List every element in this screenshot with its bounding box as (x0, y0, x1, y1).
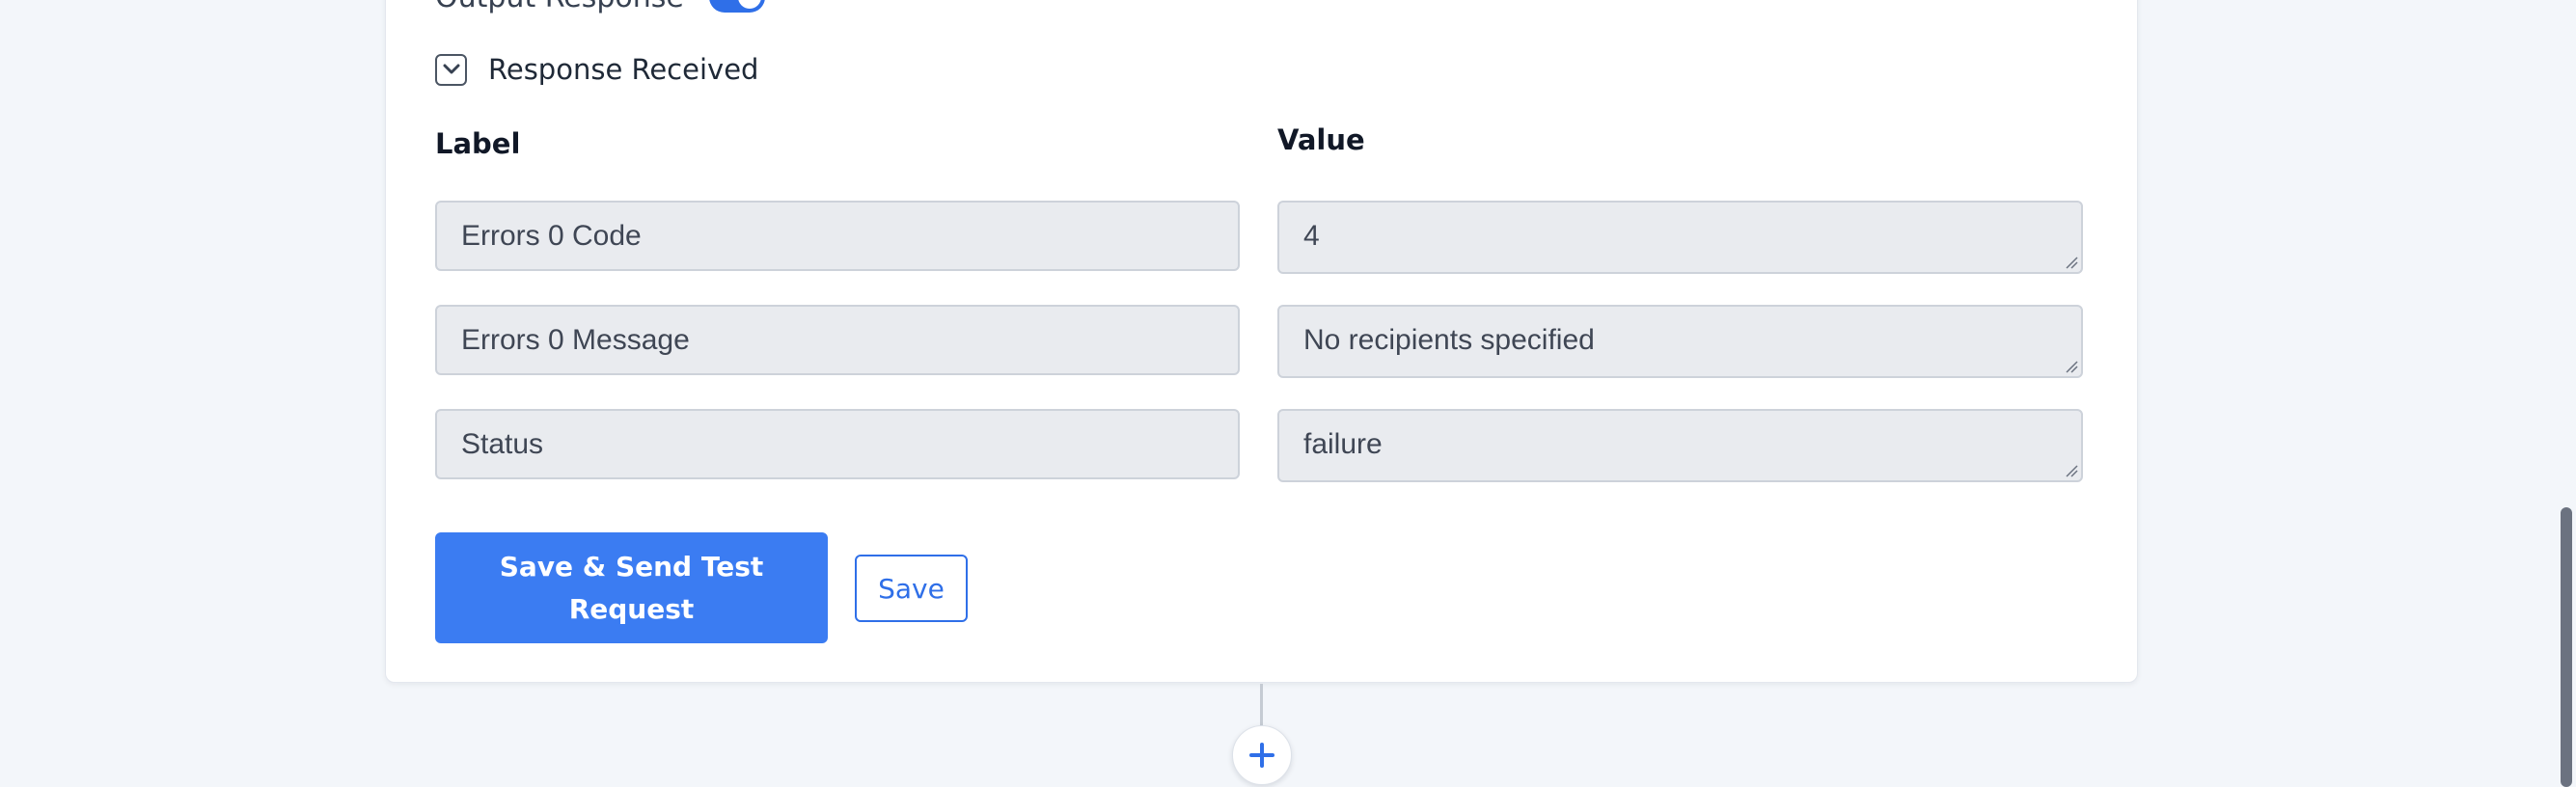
resize-grip-icon[interactable] (2065, 360, 2078, 373)
response-received-label: Response Received (488, 53, 759, 86)
save-button[interactable]: Save (855, 555, 968, 622)
value-field-status[interactable]: failure (1277, 409, 2083, 482)
value-text: 4 (1303, 220, 1320, 252)
output-response-toggle[interactable] (708, 0, 765, 13)
resize-grip-icon[interactable] (2065, 464, 2078, 477)
value-text: No recipients specified (1303, 324, 1595, 356)
label-column-header: Label (435, 127, 521, 160)
toggle-knob (737, 0, 761, 9)
chevron-down-icon[interactable] (435, 53, 467, 86)
value-field-errors-message[interactable]: No recipients specified (1277, 305, 2083, 378)
scrollbar-thumb[interactable] (2561, 507, 2572, 787)
scrollbar-track[interactable] (2555, 0, 2576, 787)
output-response-label: Output Response (435, 0, 684, 14)
response-received-toggle[interactable]: Response Received (435, 50, 758, 89)
save-and-send-test-request-button[interactable]: Save & Send Test Request (435, 532, 828, 643)
plus-icon (1249, 743, 1274, 768)
label-field-errors-code[interactable]: Errors 0 Code (435, 201, 1240, 271)
value-field-errors-code[interactable]: 4 (1277, 201, 2083, 274)
label-field-errors-message[interactable]: Errors 0 Message (435, 305, 1240, 375)
label-field-status[interactable]: Status (435, 409, 1240, 479)
value-text: failure (1303, 428, 1383, 460)
output-response-row: Output Response (435, 0, 765, 14)
resize-grip-icon[interactable] (2065, 256, 2078, 269)
value-column-header: Value (1277, 123, 1365, 156)
add-step-button[interactable] (1232, 725, 1292, 785)
